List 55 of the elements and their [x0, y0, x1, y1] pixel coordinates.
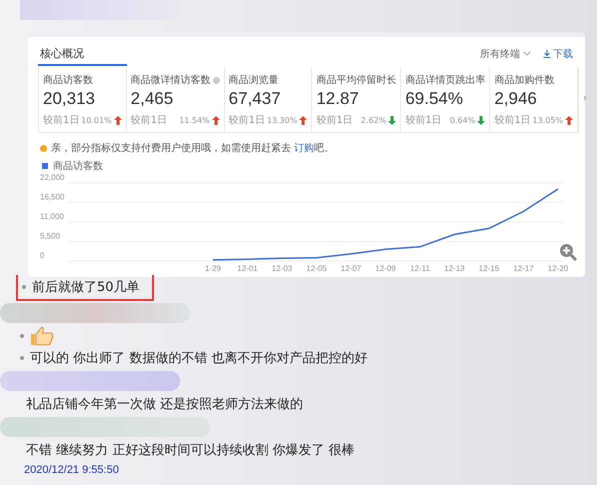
x-axis-label: 12-20: [548, 264, 568, 273]
x-axis-label: 12-07: [340, 264, 362, 273]
metric-value: 2,465: [130, 89, 174, 109]
download-icon: [543, 50, 551, 58]
change-value: 13.05%: [532, 116, 564, 124]
panel-title: 核心概况: [40, 46, 84, 61]
zoom-in-icon[interactable]: [559, 243, 577, 261]
metric-label: 商品访客数: [43, 74, 93, 87]
x-axis-label: 12-01: [237, 264, 258, 273]
metric-value: 12.87: [316, 89, 360, 109]
x-axis-label: 12-13: [444, 264, 465, 273]
compare-label: 较前1日: [228, 114, 266, 127]
compare-label: 较前1日: [316, 114, 353, 127]
x-axis-label: 12-11: [410, 264, 430, 273]
notice-text: 亲，部分指标仅支持付费用户使用哦，如需使用赶紧去 订购吧。: [51, 142, 334, 155]
change-value: 0.64%: [450, 116, 476, 124]
metric-value: 2,946: [494, 89, 538, 109]
y-axis-label: 22,000: [40, 173, 64, 182]
warning-icon: [40, 144, 47, 152]
legend-label: 商品访客数: [53, 160, 103, 173]
x-axis-label: 12-15: [478, 264, 500, 273]
metric-value: 69.54%: [405, 89, 464, 109]
compare-label: 较前1日: [130, 114, 168, 127]
x-axis-label: 12-17: [513, 264, 534, 273]
subscribe-link[interactable]: 订购: [294, 143, 314, 154]
y-axis-label: 16,500: [40, 192, 64, 202]
compare-label: 较前1日: [405, 114, 442, 127]
chevron-down-icon: [523, 51, 531, 56]
change-value: 10.01%: [81, 116, 112, 124]
x-axis-label: 12-03: [272, 264, 292, 273]
metric-label: 商品加购件数: [494, 74, 554, 87]
change-value: 2.62%: [360, 116, 386, 124]
x-axis-label: 12-05: [306, 264, 327, 273]
message-timestamp: 2020/12/21 9:55:50: [23, 464, 120, 476]
x-axis-label: 1-29: [205, 264, 221, 273]
change-value: 13.30%: [266, 116, 298, 124]
message-text: 前后就做了50几单: [32, 279, 140, 296]
change-value: 11.54%: [179, 116, 210, 124]
compare-label: 较前1日: [43, 114, 80, 127]
download-link[interactable]: 下载: [543, 46, 573, 60]
metric-label: 商品浏览量: [228, 74, 279, 87]
metric-value: 67,437: [228, 89, 282, 109]
message-text: 礼品店铺今年第一次做 还是按照老师方法来做的: [26, 396, 304, 413]
message-text: 可以的 你出师了 数据做的不错 也离不开你对产品把控的好: [30, 350, 368, 367]
metric-label: 商品平均停留时长: [316, 74, 396, 87]
x-axis-label: 12-09: [375, 264, 396, 273]
compare-label: 较前1日: [494, 114, 531, 127]
metric-label: 商品详情页跳出率: [405, 74, 486, 87]
metric-value: 20,313: [43, 89, 96, 109]
terminal-dropdown[interactable]: 所有终端: [480, 46, 531, 60]
metric-label: 商品微详情访客数: [130, 74, 211, 87]
y-axis-label: 0: [40, 251, 44, 260]
y-axis-label: 5,500: [40, 232, 60, 240]
y-axis-label: 11,000: [40, 212, 64, 221]
message-text: 不错 继续努力 正好这段时间可以持续收割 你爆发了 很棒: [26, 442, 355, 459]
